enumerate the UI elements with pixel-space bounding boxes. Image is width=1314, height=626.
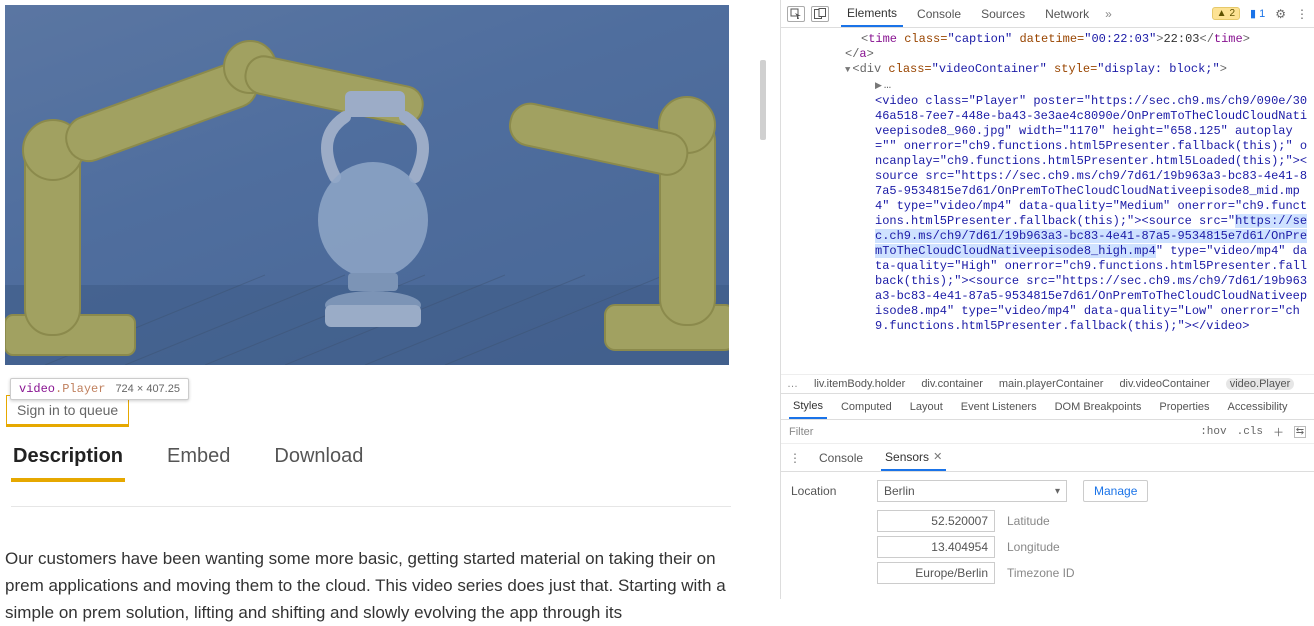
- inspect-element-icon[interactable]: [787, 6, 805, 22]
- video-player-region[interactable]: [5, 5, 729, 365]
- drawer-menu-icon[interactable]: ⋮: [789, 451, 801, 465]
- panel-sources[interactable]: Sources: [975, 1, 1031, 27]
- longitude-label: Longitude: [1007, 540, 1060, 554]
- breadcrumb-overflow[interactable]: …: [787, 378, 798, 390]
- tab-download[interactable]: Download: [272, 445, 365, 482]
- panel-elements[interactable]: Elements: [841, 1, 903, 27]
- devtools-toolbar: Elements Console Sources Network » ▲2 ▮1…: [781, 0, 1314, 28]
- close-icon[interactable]: ✕: [933, 450, 942, 463]
- tab-embed[interactable]: Embed: [165, 445, 232, 482]
- subtab-event-listeners[interactable]: Event Listeners: [957, 394, 1041, 419]
- location-label: Location: [791, 484, 861, 498]
- element-inspect-tooltip: video.Player 724 × 407.25: [10, 378, 189, 400]
- latitude-input[interactable]: 52.520007: [877, 510, 995, 532]
- device-toggle-icon[interactable]: [811, 6, 829, 22]
- tooltip-selector: video.Player: [19, 382, 105, 396]
- subtab-computed[interactable]: Computed: [837, 394, 896, 419]
- drawer-tabs: ⋮ Console Sensors✕: [781, 444, 1314, 472]
- latitude-label: Latitude: [1007, 514, 1050, 528]
- gear-icon[interactable]: ⚙: [1275, 7, 1286, 21]
- video-canvas: [5, 5, 729, 365]
- breadcrumb-item-selected[interactable]: video.Player: [1226, 378, 1295, 390]
- page-content: video.Player 724 × 407.25 Sign in to que…: [0, 0, 760, 599]
- timezone-label: Timezone ID: [1007, 566, 1075, 580]
- sensors-panel: Location Berlin▾ Manage 52.520007 Latitu…: [781, 472, 1314, 592]
- new-style-rule-icon[interactable]: ＋: [1273, 424, 1284, 440]
- devtools-panel-tabs: Elements Console Sources Network: [841, 1, 1095, 27]
- hov-toggle[interactable]: :hov: [1200, 426, 1226, 438]
- location-select[interactable]: Berlin▾: [877, 480, 1067, 502]
- video-element-source[interactable]: <video class="Player" poster="https://se…: [785, 94, 1312, 334]
- warnings-badge[interactable]: ▲2: [1212, 7, 1240, 20]
- subtab-styles[interactable]: Styles: [789, 394, 827, 419]
- subtab-properties[interactable]: Properties: [1155, 394, 1213, 419]
- toggle-computed-icon[interactable]: ⇆: [1294, 426, 1306, 438]
- elements-breadcrumb[interactable]: … liv.itemBody.holder div.container main…: [781, 374, 1314, 394]
- styles-subtabs: Styles Computed Layout Event Listeners D…: [781, 394, 1314, 420]
- styles-filter-bar: Filter :hov .cls ＋ ⇆: [781, 420, 1314, 444]
- kebab-menu-icon[interactable]: ⋮: [1296, 7, 1308, 21]
- subtab-accessibility[interactable]: Accessibility: [1224, 394, 1292, 419]
- styles-filter-input[interactable]: Filter: [789, 426, 813, 438]
- manage-button[interactable]: Manage: [1083, 480, 1148, 502]
- more-panels-icon[interactable]: »: [1105, 7, 1112, 21]
- drawer-tab-console[interactable]: Console: [815, 444, 867, 471]
- description-text: Our customers have been wanting some mor…: [5, 545, 735, 626]
- chevron-down-icon: ▾: [1055, 486, 1060, 497]
- elements-tree[interactable]: <time class="caption" datetime="00:22:03…: [781, 28, 1314, 374]
- subtab-layout[interactable]: Layout: [906, 394, 947, 419]
- drawer-tab-sensors[interactable]: Sensors✕: [881, 444, 946, 471]
- breadcrumb-item[interactable]: liv.itemBody.holder: [814, 378, 905, 390]
- timezone-input[interactable]: Europe/Berlin: [877, 562, 995, 584]
- devtools-panel: Elements Console Sources Network » ▲2 ▮1…: [780, 0, 1314, 599]
- cls-toggle[interactable]: .cls: [1237, 426, 1263, 438]
- tooltip-dimensions: 724 × 407.25: [115, 383, 180, 395]
- breadcrumb-item[interactable]: div.videoContainer: [1119, 378, 1209, 390]
- pane-splitter[interactable]: [760, 60, 766, 140]
- subtab-dom-breakpoints[interactable]: DOM Breakpoints: [1051, 394, 1146, 419]
- tab-underline: [11, 506, 731, 507]
- panel-network[interactable]: Network: [1039, 1, 1095, 27]
- breadcrumb-item[interactable]: div.container: [921, 378, 983, 390]
- messages-badge[interactable]: ▮1: [1250, 7, 1265, 20]
- breadcrumb-item[interactable]: main.playerContainer: [999, 378, 1104, 390]
- content-tabs: Description Embed Download: [11, 445, 365, 482]
- tab-description[interactable]: Description: [11, 445, 125, 482]
- panel-console[interactable]: Console: [911, 1, 967, 27]
- longitude-input[interactable]: 13.404954: [877, 536, 995, 558]
